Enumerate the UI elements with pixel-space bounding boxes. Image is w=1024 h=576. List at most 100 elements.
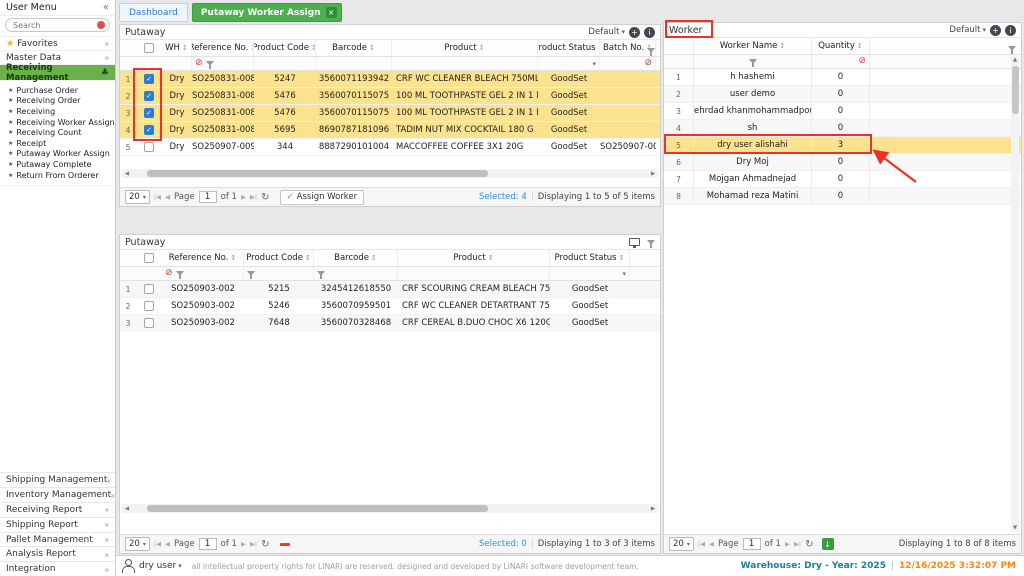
info-button[interactable]: i bbox=[1005, 25, 1016, 36]
refresh-button[interactable]: ↻ bbox=[261, 539, 269, 550]
search-input[interactable] bbox=[5, 18, 110, 32]
clear-filter-icon[interactable]: ⊘ bbox=[165, 269, 173, 278]
row-checkbox[interactable]: ✓ bbox=[144, 74, 154, 84]
worker-row[interactable]: 4sh0 bbox=[664, 120, 1021, 137]
scroll-up-icon[interactable]: ▲ bbox=[1013, 56, 1017, 64]
tab-close-icon[interactable]: × bbox=[326, 7, 337, 18]
next-page-button[interactable]: ▶ bbox=[241, 540, 246, 548]
column-header-product[interactable]: Product↕ bbox=[392, 40, 538, 56]
column-header-reference-no[interactable]: Reference No.↕ bbox=[162, 250, 244, 266]
sidebar-item-putaway-worker-assign[interactable]: ★Putaway Worker Assign bbox=[0, 149, 115, 160]
page-size-select[interactable]: 20▾ bbox=[669, 537, 694, 551]
last-page-button[interactable]: ▶| bbox=[250, 193, 257, 201]
scrollbar-thumb[interactable] bbox=[1012, 66, 1019, 114]
sidebar-item-return-from-orderer[interactable]: ★Return From Orderer bbox=[0, 170, 115, 181]
grid-layout-icon[interactable] bbox=[629, 238, 640, 246]
scroll-left-icon[interactable]: ◀ bbox=[122, 171, 132, 177]
sidebar-section-analysis-report[interactable]: Analysis Report» bbox=[0, 546, 115, 561]
page-number-input[interactable]: 1 bbox=[199, 538, 217, 550]
putaway-row[interactable]: 4✓DrySO250831-00856958690787181096TADIM … bbox=[120, 122, 660, 139]
scroll-right-icon[interactable]: ▶ bbox=[648, 506, 658, 512]
scroll-down-icon[interactable]: ▼ bbox=[1013, 524, 1017, 532]
putaway-row[interactable]: 1✓DrySO250831-00852473560071193942CRF WC… bbox=[120, 71, 660, 88]
view-select[interactable]: Default ▾ bbox=[588, 27, 625, 37]
sidebar-item-receipt[interactable]: ★Receipt bbox=[0, 138, 115, 149]
grid-filter-button[interactable] bbox=[1008, 43, 1016, 54]
putaway-row[interactable]: 2SO250903-00252463560070959501CRF WC CLE… bbox=[120, 298, 660, 315]
next-page-button[interactable]: ▶ bbox=[241, 193, 246, 201]
first-page-button[interactable]: |◀ bbox=[154, 193, 161, 201]
sidebar-item-receiving-worker-assign[interactable]: ★Receiving Worker Assign bbox=[0, 117, 115, 128]
column-header-quantity[interactable]: Quantity↕ bbox=[812, 38, 870, 54]
assign-worker-button[interactable]: ✓Assign Worker bbox=[280, 190, 365, 205]
export-icon[interactable]: ↓ bbox=[822, 538, 834, 550]
first-page-button[interactable]: |◀ bbox=[154, 540, 161, 548]
column-header-reference-no[interactable]: Reference No.↕ bbox=[192, 40, 254, 56]
grid-filter-button[interactable] bbox=[647, 45, 655, 56]
sidebar-item-receiving-count[interactable]: ★Receiving Count bbox=[0, 127, 115, 138]
worker-row[interactable]: 8Mohamad reza Matini0 bbox=[664, 188, 1021, 205]
scrollbar-track[interactable] bbox=[1012, 64, 1019, 524]
column-header-product[interactable]: Product↕ bbox=[398, 250, 550, 266]
sidebar-section-receiving-report[interactable]: Receiving Report» bbox=[0, 502, 115, 517]
scrollbar-thumb[interactable] bbox=[147, 170, 488, 177]
putaway-row[interactable]: 1SO250903-00252153245412618550CRF SCOURI… bbox=[120, 281, 660, 298]
refresh-button[interactable]: ↻ bbox=[805, 539, 813, 550]
sidebar-item-receiving[interactable]: ★Receiving bbox=[0, 106, 115, 117]
filter-funnel-icon[interactable] bbox=[1008, 46, 1016, 51]
page-number-input[interactable]: 1 bbox=[743, 538, 761, 550]
filter-funnel-icon[interactable] bbox=[647, 48, 655, 53]
row-checkbox[interactable] bbox=[144, 142, 154, 152]
next-page-button[interactable]: ▶ bbox=[785, 540, 790, 548]
refresh-button[interactable]: ↻ bbox=[261, 192, 269, 203]
filter-funnel-icon[interactable] bbox=[647, 240, 655, 245]
filter-funnel-icon[interactable] bbox=[176, 271, 184, 276]
current-user[interactable]: dry user bbox=[139, 561, 176, 571]
putaway-row[interactable]: 3✓DrySO250831-00854763560070115075100 ML… bbox=[120, 105, 660, 122]
filter-funnel-icon[interactable] bbox=[247, 271, 255, 276]
putaway-row[interactable]: 3SO250903-00276483560070328468CRF CEREAL… bbox=[120, 315, 660, 332]
scrollbar-track[interactable] bbox=[132, 170, 648, 177]
info-button[interactable]: i bbox=[644, 27, 655, 38]
horizontal-scrollbar[interactable]: ◀ ▶ bbox=[122, 504, 658, 513]
sidebar-section-pallet-management[interactable]: Pallet Management» bbox=[0, 532, 115, 547]
prev-page-button[interactable]: ◀ bbox=[709, 540, 714, 548]
row-checkbox[interactable] bbox=[144, 301, 154, 311]
view-select[interactable]: Default ▾ bbox=[949, 25, 986, 35]
prev-page-button[interactable]: ◀ bbox=[165, 193, 170, 201]
worker-row[interactable]: 5dry user alishahi3 bbox=[664, 137, 1021, 154]
sidebar-section-shipping-management[interactable]: Shipping Management» bbox=[0, 472, 115, 487]
page-number-input[interactable]: 1 bbox=[199, 191, 217, 203]
putaway-row[interactable]: 5DrySO250907-0093448887290101004MACCOFFE… bbox=[120, 139, 660, 156]
clear-filter-icon[interactable]: ⊘ bbox=[195, 59, 203, 68]
tab-dashboard[interactable]: Dashboard bbox=[119, 3, 188, 22]
sidebar-item-purchase-order[interactable]: ★Purchase Order bbox=[0, 85, 115, 96]
column-header-product-status[interactable]: Product Status↕ bbox=[550, 250, 630, 266]
filter-dropdown-icon[interactable]: ▾ bbox=[592, 60, 596, 68]
tab-putaway-worker-assign[interactable]: Putaway Worker Assign × bbox=[192, 3, 342, 22]
chevron-down-icon[interactable]: ▾ bbox=[178, 562, 182, 570]
filter-dropdown-icon[interactable]: ▾ bbox=[622, 270, 626, 278]
sidebar-item-receiving-order[interactable]: ★Receiving Order bbox=[0, 96, 115, 107]
row-checkbox[interactable]: ✓ bbox=[144, 108, 154, 118]
filter-funnel-icon[interactable] bbox=[749, 59, 757, 64]
row-checkbox[interactable] bbox=[144, 284, 154, 294]
search-filter-icon[interactable] bbox=[97, 21, 105, 29]
sidebar-section-integration[interactable]: Integration» bbox=[0, 561, 115, 576]
column-header-product-code[interactable]: Product Code↕ bbox=[254, 40, 316, 56]
putaway-row[interactable]: 2✓DrySO250831-00854763560070115075100 ML… bbox=[120, 88, 660, 105]
row-checkbox[interactable] bbox=[144, 318, 154, 328]
sidebar-section-shipping-report[interactable]: Shipping Report» bbox=[0, 517, 115, 532]
column-header-wh[interactable]: WH↕ bbox=[162, 40, 192, 56]
select-all-checkbox[interactable] bbox=[144, 253, 154, 263]
prev-page-button[interactable]: ◀ bbox=[165, 540, 170, 548]
last-page-button[interactable]: ▶| bbox=[794, 540, 801, 548]
first-page-button[interactable]: |◀ bbox=[698, 540, 705, 548]
column-header-worker-name[interactable]: Worker Name↕ bbox=[694, 38, 812, 54]
row-checkbox[interactable]: ✓ bbox=[144, 125, 154, 135]
worker-row[interactable]: 1h hashemi0 bbox=[664, 69, 1021, 86]
row-checkbox[interactable]: ✓ bbox=[144, 91, 154, 101]
worker-row[interactable]: 7Mojgan Ahmadnejad0 bbox=[664, 171, 1021, 188]
scrollbar-thumb[interactable] bbox=[147, 505, 488, 512]
column-header-product-status[interactable]: Product Status↕ bbox=[538, 40, 600, 56]
